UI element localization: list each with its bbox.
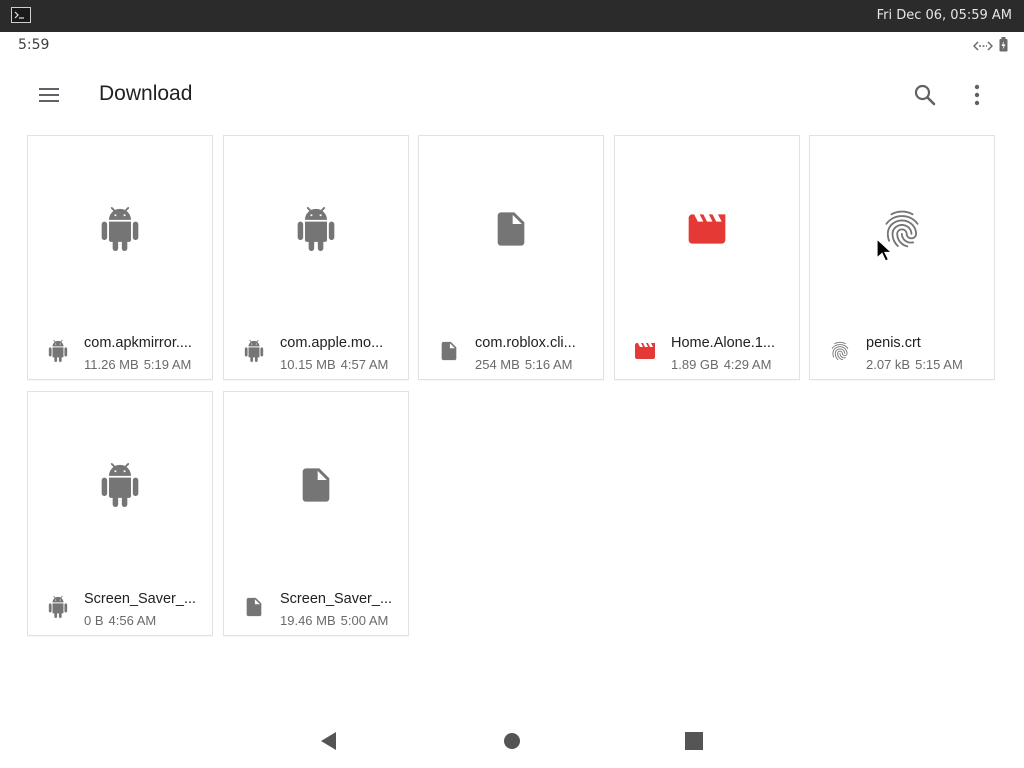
file-size: 2.07 kB — [866, 357, 911, 372]
file-name: Screen_Saver_... — [280, 591, 393, 607]
file-info: 0 B 4:56 AM — [84, 613, 210, 628]
page-title: Download — [99, 82, 193, 105]
file-time: 5:00 AM — [340, 613, 389, 628]
file-tile[interactable]: com.apkmirror.... 11.26 MB 5:19 AM — [27, 135, 213, 380]
file-size: 254 MB — [475, 357, 520, 372]
file-time: 4:57 AM — [340, 357, 389, 372]
file-size: 10.15 MB — [280, 357, 336, 372]
file-name: Screen_Saver_... — [84, 591, 197, 607]
mouse-cursor-icon — [876, 237, 894, 268]
android-icon — [28, 136, 212, 326]
file-icon — [437, 339, 461, 363]
file-size: 11.26 MB — [84, 357, 139, 372]
video-icon — [615, 136, 799, 326]
search-icon[interactable] — [910, 80, 940, 110]
file-time: 5:15 AM — [915, 357, 963, 372]
file-time: 5:19 AM — [143, 357, 192, 372]
file-name: penis.crt — [866, 335, 921, 351]
file-tile[interactable]: Screen_Saver_... 19.46 MB 5:00 AM — [223, 391, 409, 636]
file-name: com.apple.mo... — [280, 335, 384, 351]
system-clock: Fri Dec 06, 05:59 AM — [876, 8, 1012, 23]
file-tile[interactable]: com.apple.mo... 10.15 MB 4:57 AM — [223, 135, 409, 380]
terminal-icon[interactable] — [11, 7, 31, 23]
file-name: com.roblox.cli... — [475, 335, 576, 351]
file-info: 19.46 MB 5:00 AM — [280, 613, 406, 628]
fingerprint-icon — [810, 136, 994, 326]
app-bar: Download — [0, 58, 1024, 130]
file-info: 254 MB 5:16 AM — [475, 357, 601, 372]
file-time: 4:29 AM — [723, 357, 772, 372]
file-info: 10.15 MB 4:57 AM — [280, 357, 406, 372]
android-icon — [224, 136, 408, 326]
android-icon — [46, 339, 70, 363]
link-icon — [972, 37, 994, 56]
system-top-bar: Fri Dec 06, 05:59 AM — [0, 0, 1024, 32]
fingerprint-icon — [828, 339, 852, 363]
file-size: 1.89 GB — [671, 357, 719, 372]
file-info: 1.89 GB 4:29 AM — [671, 357, 797, 372]
file-name: com.apkmirror.... — [84, 335, 192, 351]
home-icon[interactable] — [503, 731, 521, 755]
android-icon — [28, 392, 212, 582]
file-name: Home.Alone.1... — [671, 335, 775, 351]
battery-icon — [999, 37, 1008, 56]
file-info: 11.26 MB 5:19 AM — [84, 357, 210, 372]
file-tile[interactable]: com.roblox.cli... 254 MB 5:16 AM — [418, 135, 604, 380]
file-size: 0 B — [84, 613, 104, 628]
more-vert-icon[interactable] — [962, 80, 992, 110]
status-bar: 5:59 — [0, 32, 1024, 58]
android-icon — [46, 595, 70, 619]
file-icon — [242, 595, 266, 619]
video-icon — [633, 339, 657, 363]
navigation-bar — [0, 714, 1024, 768]
file-time: 4:56 AM — [108, 613, 157, 628]
file-size: 19.46 MB — [280, 613, 336, 628]
status-icons — [972, 37, 1008, 56]
android-icon — [242, 339, 266, 363]
recents-icon[interactable] — [685, 731, 703, 755]
back-icon[interactable] — [318, 731, 338, 755]
status-time: 5:59 — [18, 37, 50, 53]
file-tile[interactable]: penis.crt 2.07 kB 5:15 AM — [809, 135, 995, 380]
file-icon — [419, 136, 603, 326]
menu-icon[interactable] — [34, 80, 64, 110]
file-info: 2.07 kB 5:15 AM — [866, 357, 992, 372]
file-icon — [224, 392, 408, 582]
file-tile[interactable]: Home.Alone.1... 1.89 GB 4:29 AM — [614, 135, 800, 380]
file-tile[interactable]: Screen_Saver_... 0 B 4:56 AM — [27, 391, 213, 636]
file-time: 5:16 AM — [524, 357, 573, 372]
